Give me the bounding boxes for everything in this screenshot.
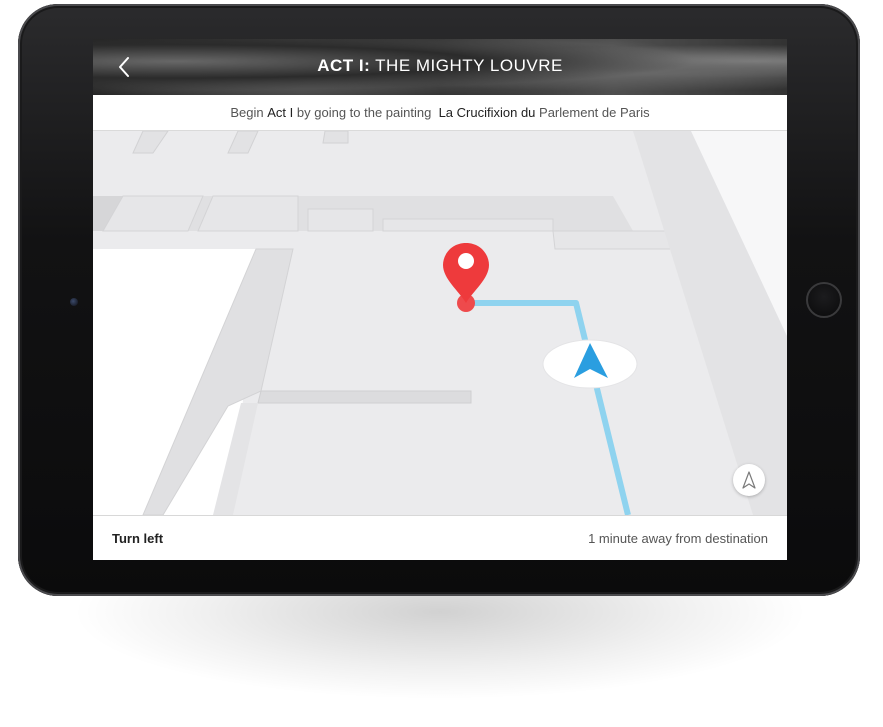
eta-label: 1 minute away from destination bbox=[588, 530, 768, 546]
camera-icon bbox=[70, 298, 78, 306]
home-button[interactable] bbox=[806, 282, 842, 318]
painting-name[interactable]: La Crucifixion du bbox=[439, 105, 536, 120]
instruction-middle: by going to the painting bbox=[296, 105, 432, 120]
navigation-arrow-icon bbox=[542, 339, 638, 389]
direction-footer: Turn left 1 minute away from destination bbox=[93, 515, 787, 560]
instruction-act: Act I bbox=[267, 105, 294, 120]
turn-instruction: Turn left bbox=[112, 530, 164, 546]
compass-button[interactable] bbox=[733, 464, 765, 496]
app-screen: ACT I: THE MIGHTY LOUVRE Begin Act I by … bbox=[93, 39, 787, 560]
instruction-prefix: Begin bbox=[230, 105, 264, 120]
act-title: THE MIGHTY LOUVRE bbox=[375, 56, 563, 75]
painting-name-rest[interactable]: Parlement de Paris bbox=[539, 105, 650, 120]
act-label: ACT I: bbox=[317, 56, 371, 75]
page-title: ACT I: THE MIGHTY LOUVRE bbox=[93, 56, 787, 76]
device-shadow bbox=[70, 590, 810, 700]
header-banner: ACT I: THE MIGHTY LOUVRE bbox=[93, 39, 787, 95]
compass-north-icon bbox=[742, 471, 756, 489]
instruction-bar: Begin Act I by going to the painting La … bbox=[93, 95, 787, 131]
floor-map[interactable] bbox=[93, 131, 787, 515]
